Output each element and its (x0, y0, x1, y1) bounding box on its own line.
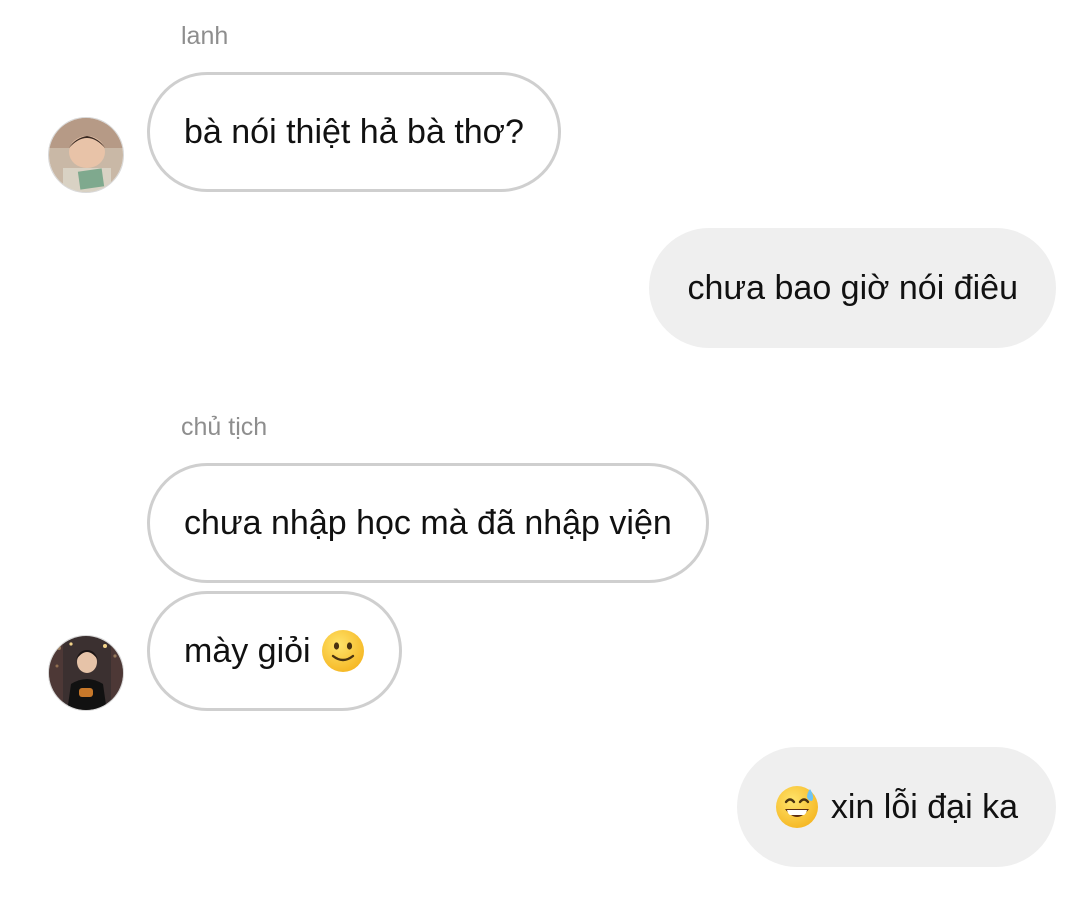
message-text: xin lỗi đại ka (830, 788, 1018, 826)
slightly-smiling-face-icon (321, 629, 365, 673)
message-bubble[interactable]: mày giỏi (147, 591, 402, 711)
message-bubble[interactable]: chưa nhập học mà đã nhập viện (147, 463, 709, 583)
message-bubble[interactable]: bà nói thiệt hả bà thơ? (147, 72, 561, 192)
message-text: bà nói thiệt hả bà thơ? (184, 113, 524, 151)
sender-name-chu-tich: chủ tịch (181, 413, 268, 441)
avatar-lanh[interactable] (48, 117, 124, 193)
avatar-chu-tich[interactable] (48, 635, 124, 711)
grinning-face-with-sweat-icon (775, 785, 819, 829)
message-bubble[interactable]: xin lỗi đại ka (736, 747, 1056, 867)
message-bubble[interactable]: chưa bao giờ nói điêu (649, 228, 1056, 348)
message-text: mày giỏi (184, 632, 311, 670)
message-text: chưa bao giờ nói điêu (687, 269, 1018, 307)
message-text: chưa nhập học mà đã nhập viện (184, 504, 672, 542)
sender-name-lanh: lanh (181, 22, 229, 50)
